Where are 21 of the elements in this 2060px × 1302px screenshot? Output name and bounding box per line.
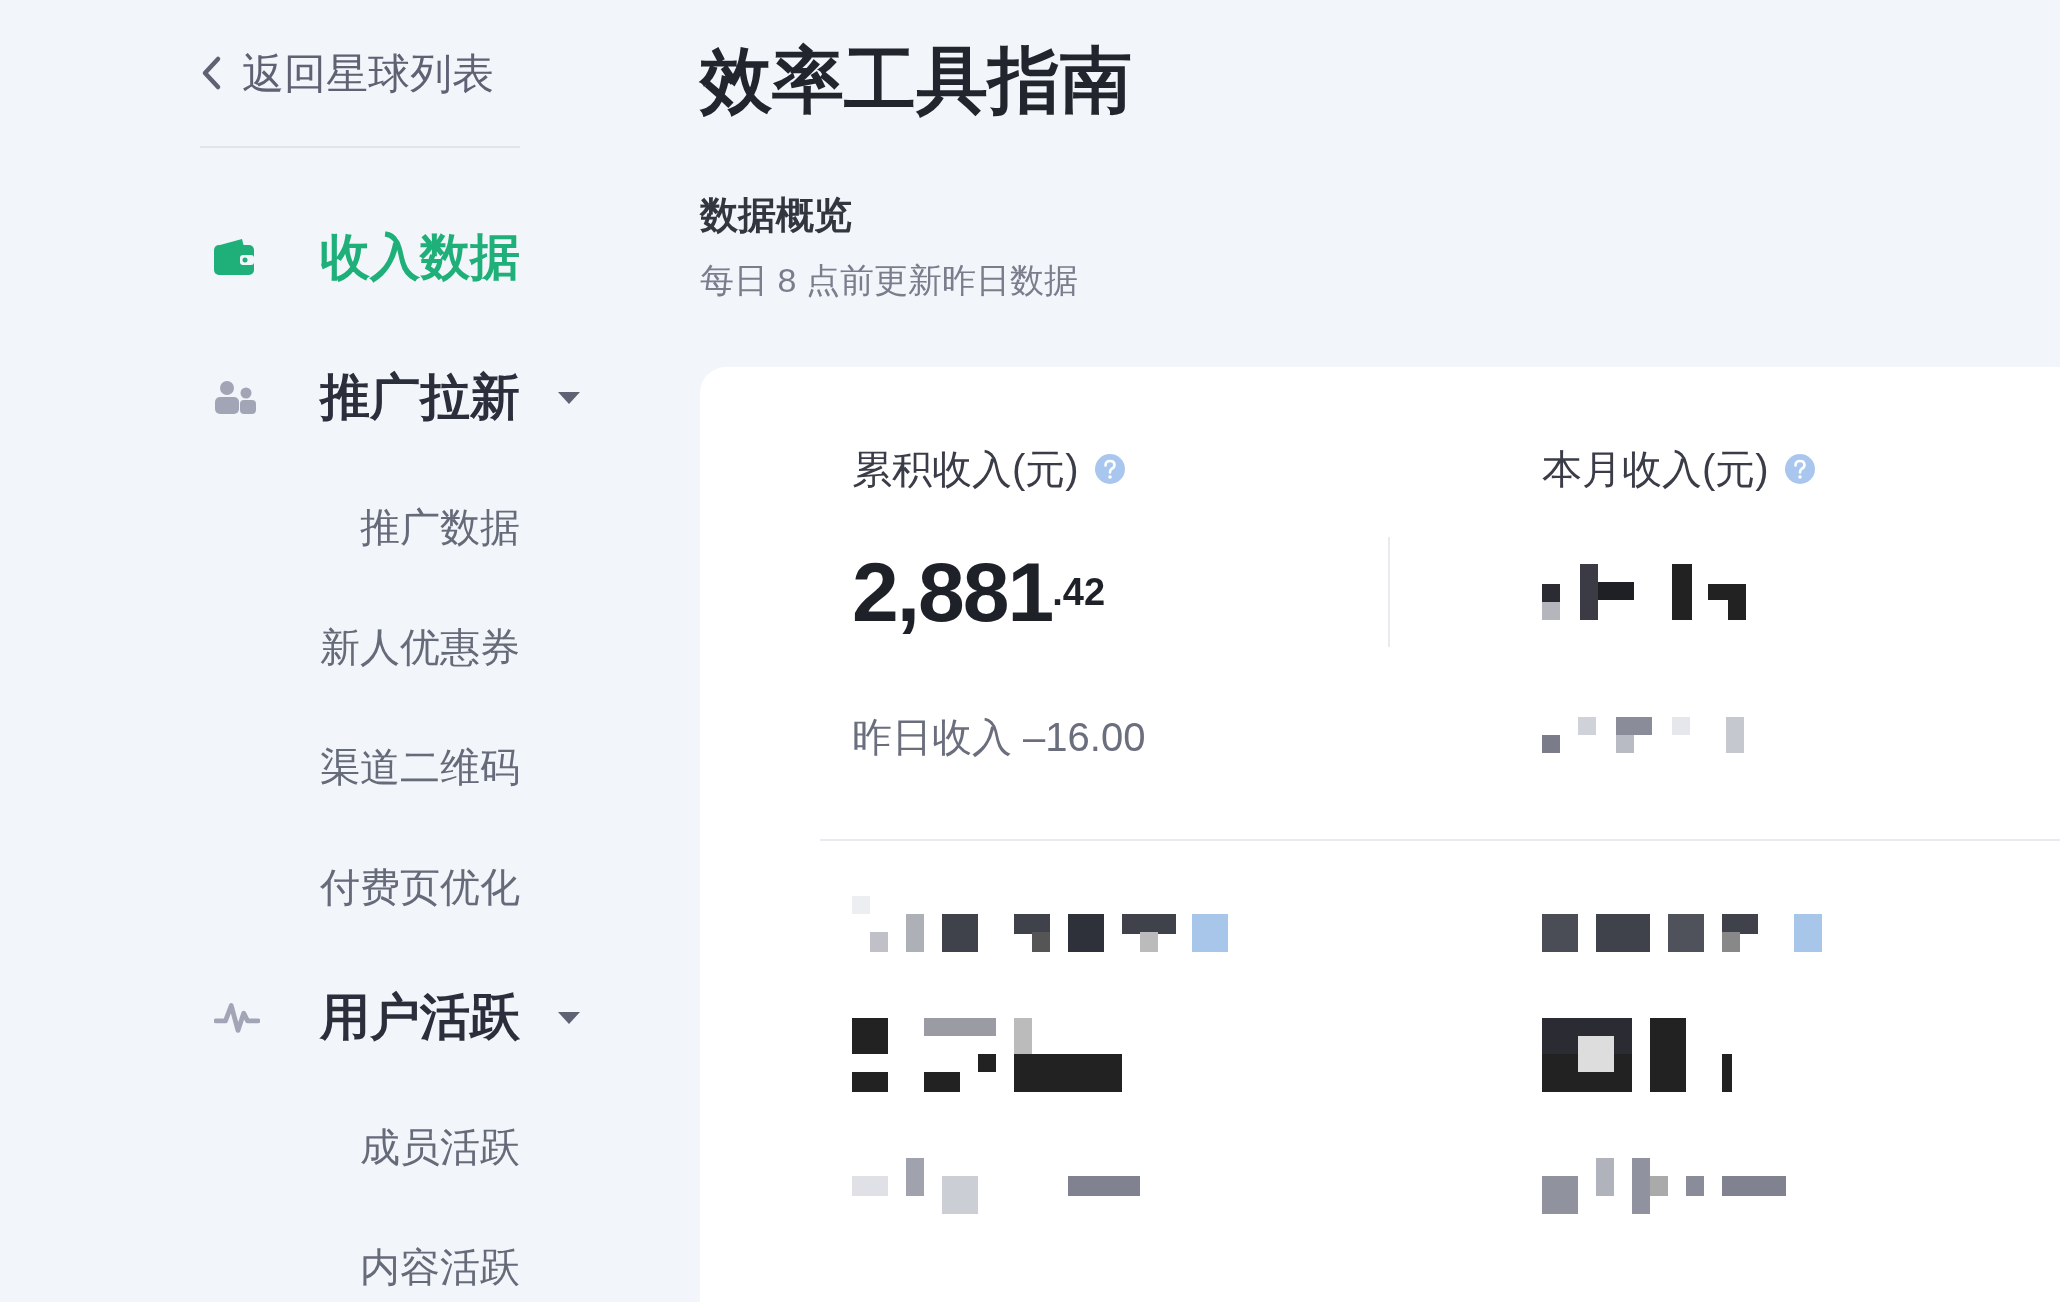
sidebar-sub-item[interactable]: 付费页优化 xyxy=(320,857,520,917)
page-title: 效率工具指南 xyxy=(700,39,1132,122)
sidebar-group-item[interactable]: 用户活跃 xyxy=(200,947,580,1087)
sidebar-sub-item[interactable]: 成员活跃 xyxy=(360,1117,520,1177)
yesterday-income: 昨日收入 –16.00 xyxy=(852,714,1146,761)
sidebar-group-item[interactable]: 推广拉新 xyxy=(200,327,580,467)
sidebar-sub-item[interactable]: 渠道二维码 xyxy=(320,737,520,797)
help-icon[interactable] xyxy=(1094,454,1125,484)
stat-label: 本月收入(元) xyxy=(1542,446,1769,493)
back-icon xyxy=(200,55,222,91)
sidebar-sub-item[interactable]: 推广数据 xyxy=(360,497,520,557)
wallet-icon xyxy=(214,239,254,275)
sidebar-sub-item[interactable]: 内容活跃 xyxy=(360,1237,520,1297)
help-icon[interactable] xyxy=(1784,454,1815,484)
section-heading: 数据概览 xyxy=(700,193,852,238)
stat-label: 累积收入(元) xyxy=(852,446,1079,493)
back-link[interactable]: 返回星球列表 xyxy=(200,0,520,148)
sidebar-sub-item[interactable]: 新人优惠券 xyxy=(320,617,520,677)
people-icon xyxy=(214,380,256,414)
update-note: 每日 8 点前更新昨日数据 xyxy=(700,260,1078,300)
sidebar-group-item[interactable]: 收入数据 xyxy=(200,187,580,327)
